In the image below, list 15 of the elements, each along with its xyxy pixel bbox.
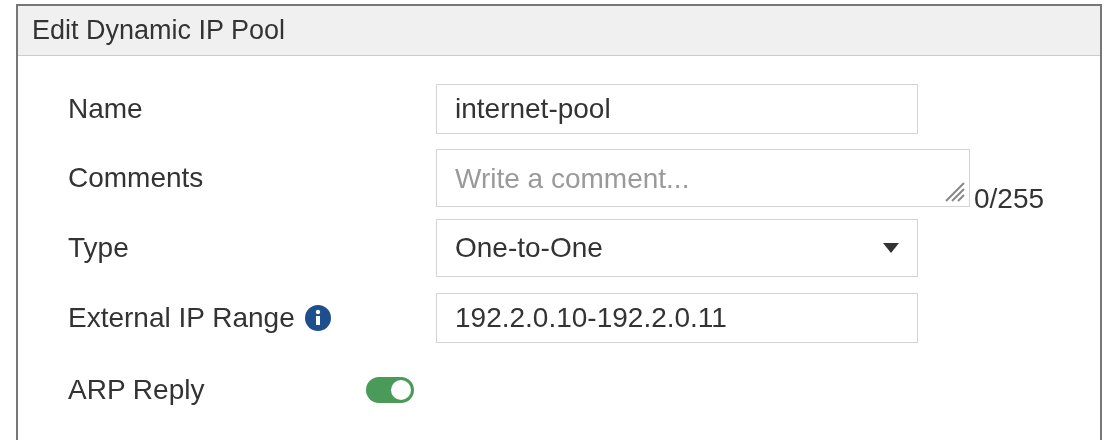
dialog-title: Edit Dynamic IP Pool (32, 14, 286, 48)
caret-icon (883, 243, 899, 253)
comment-field[interactable]: Write a comment... (436, 149, 970, 207)
field-label: Name (68, 92, 143, 126)
field-label: Comments (68, 161, 204, 195)
text-field[interactable]: 192.2.0.10-192.2.0.11 (436, 293, 918, 343)
field-label: External IP Range (68, 301, 295, 335)
info-icon[interactable] (304, 305, 331, 331)
toggle-switch[interactable] (366, 377, 414, 403)
text-field[interactable]: internet-pool (436, 84, 918, 134)
field-label: ARP Reply (68, 373, 205, 407)
field-label: Type (68, 231, 129, 265)
resize-grip-icon[interactable] (944, 181, 966, 203)
character-counter: 0/255 (974, 185, 1045, 213)
type-dropdown[interactable]: One-to-One (436, 219, 918, 277)
